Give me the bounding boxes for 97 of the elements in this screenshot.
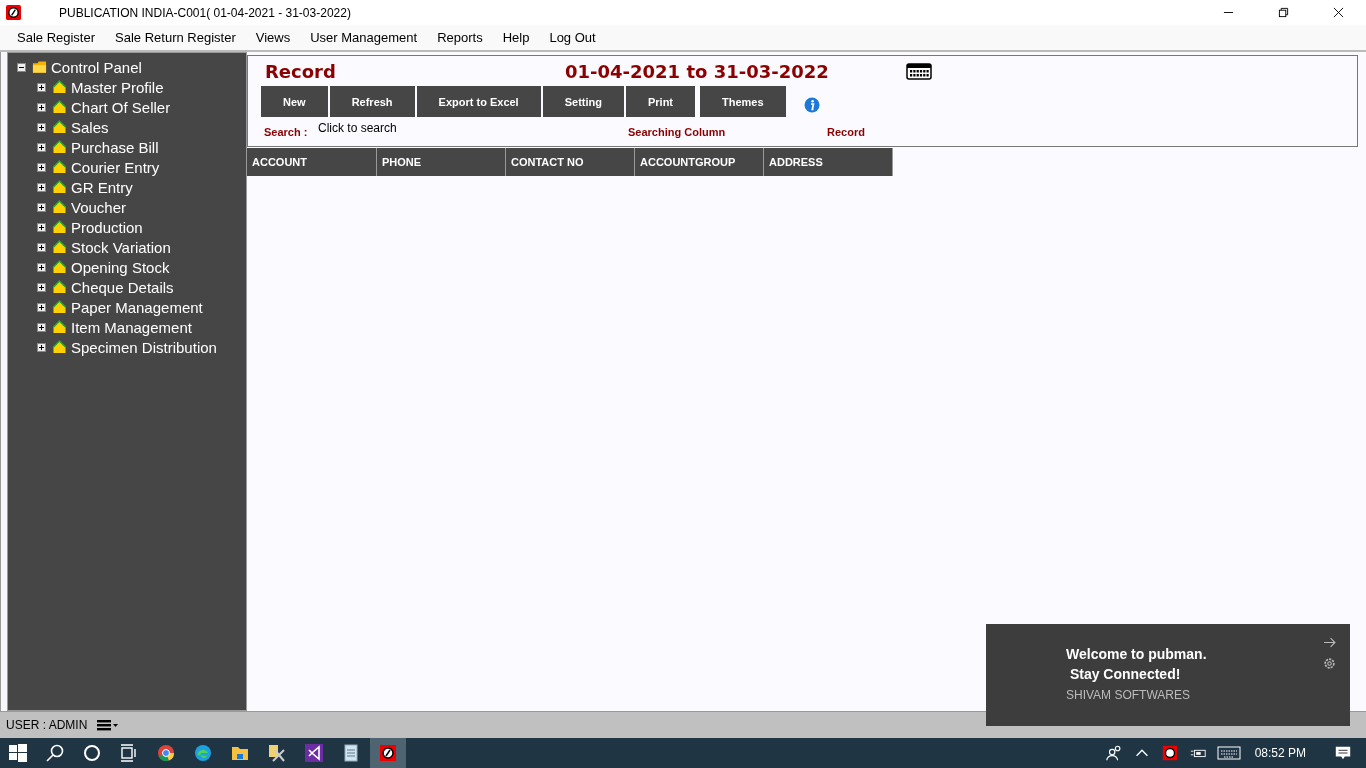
notification-toast[interactable]: Welcome to pubman. Stay Connected! SHIVAM SOFTWARES xyxy=(986,624,1350,726)
expand-icon[interactable] xyxy=(37,202,46,212)
record-label: Record xyxy=(827,126,865,138)
tree-item[interactable]: Cheque Details xyxy=(71,278,174,296)
house-icon xyxy=(52,340,67,354)
taskbar-button[interactable] xyxy=(370,738,406,768)
tree-item[interactable]: GR Entry xyxy=(71,178,133,196)
date-range: 01-04-2021 to 31-03-2022 xyxy=(565,60,830,82)
tree-item[interactable]: Specimen Distribution xyxy=(71,338,217,356)
app-tray-icon[interactable] xyxy=(1160,744,1179,762)
toolbar-button[interactable]: New xyxy=(261,86,328,117)
menu-item[interactable]: User Management xyxy=(310,30,418,45)
search-icon xyxy=(45,743,65,763)
column-header[interactable]: CONTACT NO xyxy=(506,148,635,176)
notepad-icon xyxy=(341,743,361,763)
windows-logo-icon xyxy=(8,743,28,763)
tree-item[interactable]: Voucher xyxy=(71,198,127,216)
tree-item[interactable]: Paper Management xyxy=(71,298,203,316)
column-header[interactable]: ACCOUNTGROUP xyxy=(635,148,764,176)
collapse-icon[interactable] xyxy=(17,62,26,72)
tree-item[interactable]: Master Profile xyxy=(71,78,164,96)
search-label: Search : xyxy=(264,126,309,138)
house-icon xyxy=(52,160,67,174)
tree-item[interactable]: Opening Stock xyxy=(71,258,170,276)
toolbar-button[interactable]: Setting xyxy=(542,86,624,117)
menu-item[interactable]: Help xyxy=(502,30,530,45)
clock[interactable]: 08:52 PM xyxy=(1254,746,1306,760)
list-dropdown-icon[interactable] xyxy=(97,719,120,731)
house-icon xyxy=(52,200,67,214)
house-icon xyxy=(52,320,67,334)
house-icon xyxy=(52,140,67,154)
menu-item[interactable]: Log Out xyxy=(549,30,596,45)
arrow-right-icon[interactable] xyxy=(1323,636,1336,649)
notification-icon[interactable] xyxy=(1334,744,1352,762)
people-icon[interactable] xyxy=(1104,744,1123,762)
app-logo-icon xyxy=(6,5,21,20)
toast-subtitle: Stay Connected! xyxy=(1068,665,1182,684)
expand-icon[interactable] xyxy=(37,282,46,292)
tree-item[interactable]: Chart Of Seller xyxy=(71,98,171,116)
tools-icon xyxy=(267,743,287,763)
house-icon xyxy=(52,180,67,194)
menu-item[interactable]: Reports xyxy=(437,30,483,45)
menu-item[interactable]: Sale Register xyxy=(17,30,96,45)
expand-icon[interactable] xyxy=(37,222,46,232)
expand-icon[interactable] xyxy=(37,142,46,152)
house-icon xyxy=(52,240,67,254)
toolbar-button[interactable]: Refresh xyxy=(329,86,415,117)
search-field[interactable]: Click to search xyxy=(318,121,618,135)
column-header[interactable]: ACCOUNT xyxy=(247,148,377,176)
tree-item[interactable]: Control Panel xyxy=(51,58,142,76)
expand-icon[interactable] xyxy=(37,182,46,192)
expand-icon[interactable] xyxy=(37,162,46,172)
house-icon xyxy=(52,260,67,274)
expand-icon[interactable] xyxy=(37,302,46,312)
browser-icon xyxy=(156,743,176,763)
menu-item[interactable]: Views xyxy=(255,30,291,45)
folder-icon xyxy=(32,60,47,74)
house-icon xyxy=(52,100,67,114)
circle-icon xyxy=(82,743,102,763)
tree-item[interactable]: Courier Entry xyxy=(71,158,160,176)
house-icon xyxy=(52,80,67,94)
calendar-icon[interactable] xyxy=(906,62,932,80)
expand-icon[interactable] xyxy=(37,82,46,92)
browser-icon xyxy=(193,743,213,763)
toolbar-button[interactable]: Themes xyxy=(700,86,786,117)
column-header[interactable]: PHONE xyxy=(377,148,506,176)
expand-icon[interactable] xyxy=(37,262,46,272)
house-icon xyxy=(52,280,67,294)
task-view-icon xyxy=(119,743,139,763)
user-label: USER : ADMIN xyxy=(6,718,88,732)
expand-icon[interactable] xyxy=(37,322,46,332)
toast-title: Welcome to pubman. xyxy=(1066,645,1208,664)
tree-item[interactable]: Item Management xyxy=(71,318,192,336)
app-logo-icon xyxy=(378,743,398,763)
tree-item[interactable]: Sales xyxy=(71,118,109,136)
window-title: PUBLICATION INDIA-C001( 01-04-2021 - 31-03-2022) xyxy=(59,5,351,20)
expand-icon[interactable] xyxy=(37,102,46,112)
expand-icon[interactable] xyxy=(37,242,46,252)
keyboard-icon[interactable] xyxy=(1216,746,1241,760)
house-icon xyxy=(52,220,67,234)
searching-column-label: Searching Column xyxy=(628,126,727,138)
tree-item[interactable]: Purchase Bill xyxy=(71,138,159,156)
menu-item[interactable]: Sale Return Register xyxy=(115,30,236,45)
toast-source: SHIVAM SOFTWARES xyxy=(1066,688,1191,702)
info-icon[interactable] xyxy=(803,96,820,113)
expand-icon[interactable] xyxy=(37,342,46,352)
expand-icon[interactable] xyxy=(37,122,46,132)
column-header[interactable]: ADDRESS xyxy=(764,148,893,176)
toolbar-button[interactable]: Export to Excel xyxy=(416,86,541,117)
house-icon xyxy=(52,300,67,314)
settings-icon[interactable] xyxy=(1323,657,1336,670)
tree-item[interactable]: Production xyxy=(71,218,143,236)
tree-item[interactable]: Stock Variation xyxy=(71,238,171,256)
toolbar-button[interactable]: Print xyxy=(625,86,695,117)
ide-icon xyxy=(304,743,324,763)
house-icon xyxy=(52,120,67,134)
panel-heading: Record xyxy=(265,60,337,82)
